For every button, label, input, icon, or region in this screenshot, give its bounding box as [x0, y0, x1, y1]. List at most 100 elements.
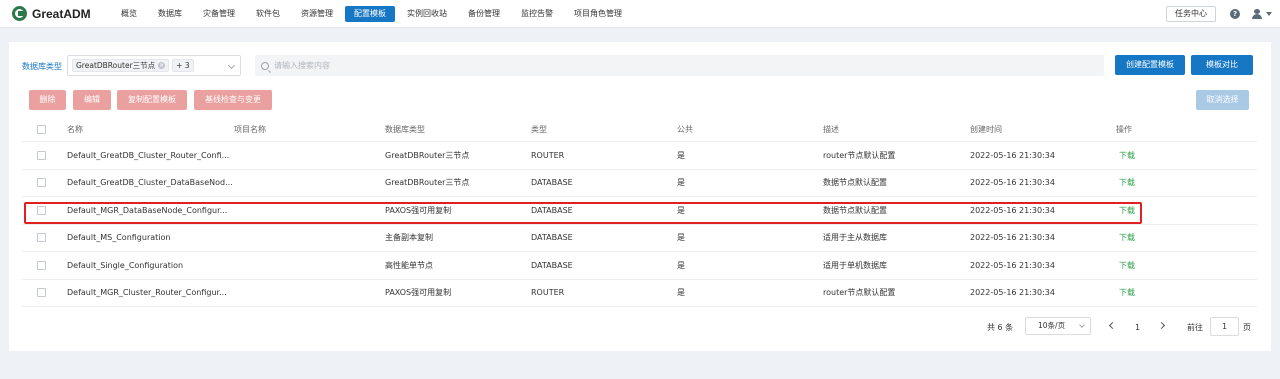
nav-item-monitoring-alerts[interactable]: 监控告警 [512, 6, 562, 22]
table-row[interactable]: Default_MGR_Cluster_Router_Configur... P… [22, 280, 1257, 307]
row-public: 是 [677, 233, 685, 243]
nav-item-software-package[interactable]: 软件包 [247, 6, 289, 22]
nav-item-database[interactable]: 数据库 [149, 6, 191, 22]
row-type: ROUTER [531, 150, 565, 160]
create-config-template-button[interactable]: 创建配置模板 [1115, 55, 1185, 75]
nav-item-instance-recycle-bin[interactable]: 实例回收站 [398, 6, 456, 22]
column-header-created-time[interactable]: 创建时间 [970, 118, 1002, 141]
config-template-table: 名称 项目名称 数据库类型 类型 公共 描述 创建时间 操作 Default_G… [22, 118, 1257, 307]
row-db-type: 主备副本复制 [385, 233, 433, 243]
table-row[interactable]: Default_MGR_DataBaseNode_Configur... PAX… [22, 197, 1257, 225]
page-size-select[interactable]: 10条/页 [1025, 317, 1091, 335]
page-size-value: 10条/页 [1038, 321, 1066, 330]
row-checkbox[interactable] [37, 233, 46, 243]
current-page[interactable]: 1 [1135, 317, 1140, 337]
nav-item-disaster-recovery[interactable]: 灾备管理 [194, 6, 244, 22]
download-link[interactable]: 下载 [1119, 225, 1135, 252]
db-type-select[interactable]: GreatDBRouter三节点 × + 3 [67, 55, 241, 76]
download-link[interactable]: 下载 [1119, 252, 1135, 279]
nav-item-backup-management[interactable]: 备份管理 [459, 6, 509, 22]
column-header-project-name[interactable]: 项目名称 [234, 118, 266, 141]
row-checkbox[interactable] [37, 178, 46, 188]
table-row[interactable]: Default_MS_Configuration 主备副本复制 DATABASE… [22, 225, 1257, 252]
greatadm-logo-icon [12, 6, 27, 21]
download-link[interactable]: 下载 [1119, 170, 1135, 197]
row-name: Default_MGR_Cluster_Router_Configur... [67, 288, 227, 298]
row-description: router节点默认配置 [823, 150, 896, 160]
row-public: 是 [677, 178, 685, 188]
goto-label: 前往 [1187, 322, 1203, 332]
download-link[interactable]: 下载 [1119, 142, 1135, 169]
baseline-check-button[interactable]: 基线检查与变更 [194, 90, 272, 110]
row-description: 适用于单机数据库 [823, 260, 887, 270]
row-checkbox[interactable] [37, 260, 46, 270]
download-link[interactable]: 下载 [1119, 197, 1135, 224]
caret-down-icon[interactable] [1266, 12, 1272, 16]
page-suffix: 页 [1243, 322, 1251, 332]
row-type: DATABASE [531, 205, 573, 215]
row-checkbox[interactable] [37, 150, 46, 160]
row-description: router节点默认配置 [823, 288, 896, 298]
user-icon[interactable] [1252, 9, 1262, 19]
copy-config-template-button[interactable]: 复制配置模板 [117, 90, 187, 110]
next-page-icon[interactable] [1157, 321, 1166, 330]
row-description: 数据节点默认配置 [823, 205, 887, 215]
top-nav-bar: GreatADM 概览 数据库 灾备管理 软件包 资源管理 配置模板 实例回收站… [0, 0, 1280, 28]
row-checkbox[interactable] [37, 288, 46, 298]
column-header-name[interactable]: 名称 [67, 118, 83, 141]
goto-page-input[interactable]: 1 [1210, 317, 1239, 336]
column-header-public[interactable]: 公共 [677, 118, 693, 141]
row-name: Default_Single_Configuration [67, 260, 184, 270]
row-name: Default_MGR_DataBaseNode_Configur... [67, 205, 228, 215]
row-name: Default_GreatDB_Cluster_Router_Confi... [67, 150, 230, 160]
more-tags-badge: + 3 [172, 59, 194, 72]
cancel-selection-button[interactable]: 取消选择 [1196, 90, 1249, 110]
nav-item-config-template[interactable]: 配置模板 [345, 5, 395, 22]
edit-button[interactable]: 编辑 [73, 90, 111, 110]
prev-page-icon[interactable] [1108, 321, 1117, 330]
selected-db-type-tag-label: GreatDBRouter三节点 [76, 61, 156, 70]
tag-remove-icon[interactable]: × [158, 62, 166, 69]
row-type: DATABASE [531, 260, 573, 270]
row-db-type: GreatDBRouter三节点 [385, 178, 470, 188]
column-header-actions: 操作 [1116, 125, 1132, 134]
column-header-type[interactable]: 类型 [531, 118, 547, 141]
nav-item-resource-management[interactable]: 资源管理 [292, 6, 342, 22]
help-icon[interactable]: ? [1230, 9, 1240, 19]
search-input[interactable] [274, 61, 1074, 70]
column-header-description[interactable]: 描述 [823, 118, 839, 141]
search-icon [261, 61, 269, 70]
app-logo[interactable]: GreatADM [12, 6, 112, 21]
chevron-down-icon [227, 61, 236, 70]
delete-button[interactable]: 删除 [29, 90, 66, 110]
row-db-type: PAXOS强可用复制 [385, 288, 452, 298]
row-created-time: 2022-05-16 21:30:34 [970, 288, 1055, 298]
db-type-filter-label: 数据库类型 [22, 62, 62, 71]
row-description: 适用于主从数据库 [823, 233, 887, 243]
row-public: 是 [677, 288, 685, 298]
row-type: DATABASE [531, 178, 573, 188]
nav-item-project-role-management[interactable]: 项目角色管理 [565, 6, 631, 22]
row-checkbox[interactable] [37, 205, 46, 215]
nav-item-overview[interactable]: 概览 [112, 6, 146, 22]
chevron-down-icon [1079, 322, 1085, 328]
table-row[interactable]: Default_Single_Configuration 高性能单节点 DATA… [22, 252, 1257, 280]
row-db-type: GreatDBRouter三节点 [385, 150, 470, 160]
template-compare-button[interactable]: 模板对比 [1191, 55, 1253, 75]
search-bar [255, 55, 1104, 76]
row-created-time: 2022-05-16 21:30:34 [970, 205, 1055, 215]
row-public: 是 [677, 150, 685, 160]
selected-db-type-tag: GreatDBRouter三节点 × [72, 59, 170, 72]
top-right-tools: 任务中心 ? [1166, 0, 1280, 28]
task-center-button[interactable]: 任务中心 [1166, 6, 1216, 22]
row-db-type: 高性能单节点 [385, 260, 433, 270]
row-public: 是 [677, 260, 685, 270]
download-link[interactable]: 下载 [1119, 280, 1135, 307]
table-row[interactable]: Default_GreatDB_Cluster_DataBaseNod... G… [22, 170, 1257, 197]
column-header-db-type[interactable]: 数据库类型 [385, 118, 425, 141]
table-header-row: 名称 项目名称 数据库类型 类型 公共 描述 创建时间 操作 [22, 118, 1257, 142]
table-row[interactable]: Default_GreatDB_Cluster_Router_Confi... … [22, 142, 1257, 170]
row-db-type: PAXOS强可用复制 [385, 205, 452, 215]
main-nav: 概览 数据库 灾备管理 软件包 资源管理 配置模板 实例回收站 备份管理 监控告… [112, 0, 634, 28]
select-all-checkbox[interactable] [37, 125, 46, 134]
